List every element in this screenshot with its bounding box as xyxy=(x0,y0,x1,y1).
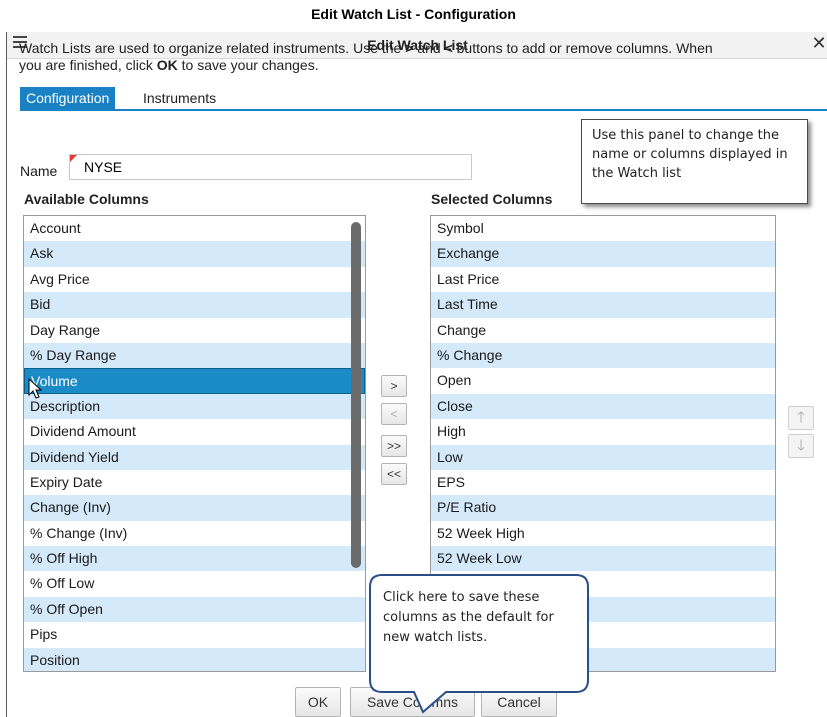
list-item[interactable]: Expiry Date xyxy=(24,470,365,495)
intro-text: Watch Lists are used to organize related… xyxy=(19,40,824,74)
list-item[interactable]: % Off Low xyxy=(24,571,365,596)
list-item[interactable]: EPS xyxy=(431,470,775,495)
list-item[interactable]: Description xyxy=(24,393,365,420)
list-item[interactable]: Exchange xyxy=(431,241,775,267)
list-item[interactable]: % Change (Inv) xyxy=(24,521,365,546)
list-item[interactable]: P/E Ratio xyxy=(431,495,775,521)
available-list-scrollbar[interactable] xyxy=(351,222,361,568)
ok-button[interactable]: OK xyxy=(295,687,341,717)
list-item[interactable]: Bid xyxy=(24,292,365,318)
config-panel-callout: Use this panel to change the name or col… xyxy=(581,119,808,204)
add-all-columns-button[interactable]: >> xyxy=(381,435,407,457)
page-caption: Edit Watch List - Configuration xyxy=(311,6,516,22)
move-down-icon[interactable]: 🡓 xyxy=(788,434,814,458)
name-label: Name xyxy=(20,163,58,179)
list-item[interactable]: % Day Range xyxy=(24,342,365,369)
list-item[interactable]: Account xyxy=(24,216,365,241)
list-item[interactable]: 52 Week High xyxy=(431,521,775,546)
intro-remove-symbol: < xyxy=(444,40,453,56)
list-item[interactable]: Avg Price xyxy=(24,267,365,292)
intro-text-part: and xyxy=(413,40,445,56)
save-columns-callout: Click here to save these columns as the … xyxy=(383,590,554,645)
intro-text-part: Watch Lists are used to organize related… xyxy=(19,40,406,56)
list-item[interactable]: % Off Open xyxy=(24,596,365,623)
list-item[interactable]: Ask xyxy=(24,241,365,267)
list-item[interactable]: Symbol xyxy=(431,216,775,241)
tab-bar: Configuration Instruments xyxy=(20,87,827,111)
list-item[interactable]: Change xyxy=(431,318,775,343)
list-item[interactable]: Pips xyxy=(24,622,365,647)
intro-line-1: Watch Lists are used to organize related… xyxy=(19,40,824,57)
intro-ok-word: OK xyxy=(156,57,178,73)
available-columns-list[interactable]: Account Ask Avg Price Bid Day Range% Day Ran… xyxy=(23,215,366,672)
mouse-cursor-icon xyxy=(28,378,43,399)
add-column-button[interactable]: > xyxy=(381,375,407,397)
list-item[interactable]: % Change xyxy=(431,342,775,369)
mouse-cursor-path xyxy=(28,378,43,399)
remove-all-columns-button[interactable]: << xyxy=(381,463,407,485)
list-item[interactable]: Change (Inv) xyxy=(24,495,365,521)
list-item[interactable]: % Off High xyxy=(24,546,365,572)
remove-column-button[interactable]: < xyxy=(381,403,407,425)
list-item[interactable]: 52 Week Low xyxy=(431,546,775,572)
intro-text-part: to save your changes. xyxy=(177,57,319,73)
selected-columns-heading: Selected Columns xyxy=(431,191,553,207)
list-item[interactable]: Position xyxy=(24,647,365,671)
list-item[interactable]: Day Range xyxy=(24,318,365,343)
intro-line-2: you are finished, click OK to save your … xyxy=(19,57,824,74)
list-item[interactable]: Open xyxy=(431,368,775,393)
required-flag-icon xyxy=(70,155,77,162)
list-item[interactable]: Dividend Yield xyxy=(24,444,365,470)
available-columns-heading: Available Columns xyxy=(24,191,149,207)
tab-instruments[interactable]: Instruments xyxy=(137,87,222,109)
list-item[interactable]: Last Time xyxy=(431,292,775,318)
name-input[interactable] xyxy=(69,154,472,180)
tab-configuration[interactable]: Configuration xyxy=(20,87,116,109)
list-item[interactable]: Dividend Amount xyxy=(24,419,365,444)
list-item[interactable]: Low xyxy=(431,444,775,470)
intro-text-part: buttons to add or remove columns. When xyxy=(452,40,713,56)
intro-text-part: you are finished, click xyxy=(19,57,157,73)
list-item[interactable]: High xyxy=(431,419,775,444)
list-item[interactable]: Last Price xyxy=(431,267,775,292)
move-up-icon[interactable]: 🡑 xyxy=(788,406,814,430)
list-item[interactable]: Volume xyxy=(24,368,365,394)
list-item[interactable]: Close xyxy=(431,393,775,420)
